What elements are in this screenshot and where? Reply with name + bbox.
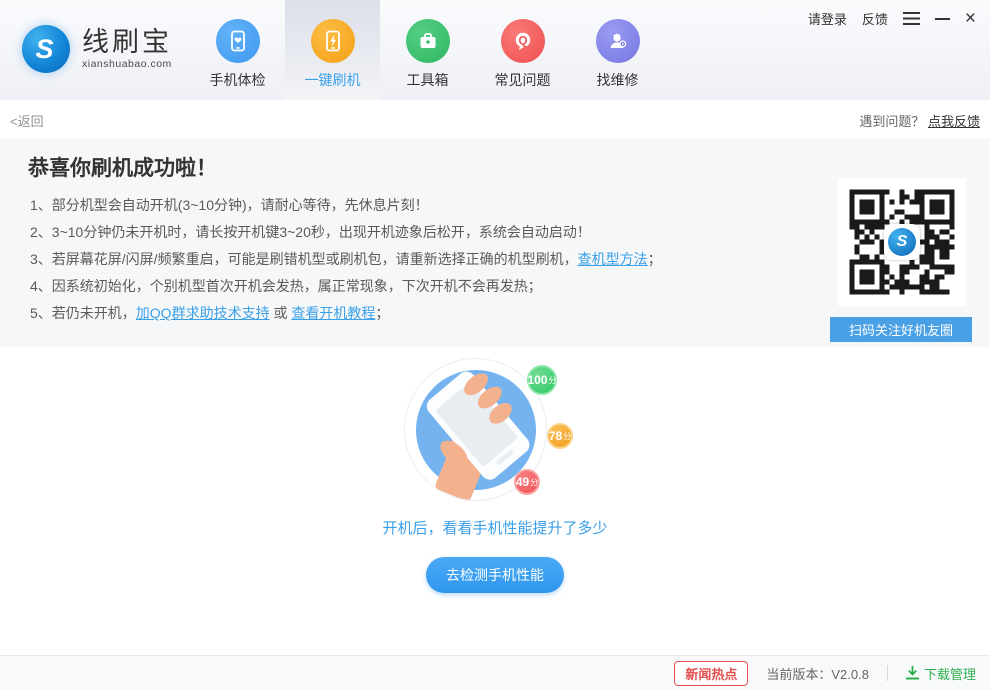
one-key-flash-icon (311, 19, 355, 63)
issue-prompt: 遇到问题？ (859, 114, 924, 129)
success-section: 恭喜你刷机成功啦！ 1、部分机型会自动开机(3~10分钟)，请耐心等待，先休息片… (0, 138, 990, 347)
phone-checkup-icon (216, 19, 260, 63)
nav-item-phone-checkup[interactable]: 手机体检 (190, 0, 285, 100)
qq-group-help-link[interactable]: 加QQ群求助技术支持 (136, 305, 270, 321)
tip-item: 3、若屏幕花屏/闪屏/频繁重启，可能是刷错机型或刷机包，请重新选择正确的机型刷机… (30, 246, 662, 273)
nav-item-one-key-flash[interactable]: 一键刷机 (285, 0, 380, 100)
header: S 线刷宝 xianshuabao.com 手机体检 一键刷机 (0, 0, 990, 100)
close-button[interactable]: × (965, 10, 976, 28)
phone-in-hand-illustration: 100分 78分 49分 (390, 355, 590, 505)
qr-caption: 扫码关注好机友圈 (830, 317, 972, 342)
subheader: <返回 遇到问题？ 点我反馈 (0, 100, 990, 138)
nav-item-faq[interactable]: Q 常见问题 (475, 0, 570, 100)
hamburger-menu-icon[interactable] (903, 10, 920, 28)
tips-list: 1、部分机型会自动开机(3~10分钟)，请耐心等待，先休息片刻！ 2、3~10分… (30, 192, 662, 327)
svg-text:Q: Q (518, 35, 527, 47)
score-badge-49: 49分 (514, 469, 540, 495)
repair-icon (596, 19, 640, 63)
download-icon (906, 666, 919, 680)
issue-feedback-link[interactable]: 点我反馈 (928, 114, 980, 129)
tip-item: 5、若仍未开机，加QQ群求助技术支持 或 查看开机教程； (30, 300, 662, 327)
login-link[interactable]: 请登录 (808, 9, 847, 28)
nav-label: 手机体检 (210, 70, 266, 90)
performance-caption: 开机后，看看手机性能提升了多少 (0, 517, 990, 538)
app-name: 线刷宝 (82, 28, 172, 56)
version-label: 当前版本：V2.0.8 (766, 664, 869, 683)
logo-letter: S (35, 36, 56, 63)
footer-divider (887, 665, 888, 681)
logo-s-icon: S (22, 25, 70, 73)
performance-section: 100分 78分 49分 开机后，看看手机性能提升了多少 去检测手机性能 (0, 347, 990, 655)
news-hotspot-badge[interactable]: 新闻热点 (674, 661, 748, 686)
footer: 新闻热点 当前版本：V2.0.8 下载管理 (0, 655, 990, 690)
check-performance-button[interactable]: 去检测手机性能 (426, 557, 564, 593)
nav-item-toolbox[interactable]: 工具箱 (380, 0, 475, 100)
nav-label: 工具箱 (407, 70, 449, 90)
score-badge-100: 100分 (527, 365, 557, 395)
minimize-button[interactable] (935, 10, 950, 28)
app-logo[interactable]: S 线刷宝 xianshuabao.com (22, 25, 172, 73)
qr-code: S (838, 178, 966, 306)
main-nav: 手机体检 一键刷机 工具箱 Q 常见问题 (190, 0, 665, 100)
window-controls: 请登录 反馈 × (808, 9, 976, 28)
nav-label: 找维修 (597, 70, 639, 90)
nav-label: 一键刷机 (305, 70, 361, 90)
tip-item: 2、3~10分钟仍未开机时，请长按开机键3~20秒，出现开机迹象后松开，系统会自… (30, 219, 662, 246)
boot-tutorial-link[interactable]: 查看开机教程 (291, 305, 375, 321)
qr-center-logo: S (884, 224, 920, 260)
feedback-link[interactable]: 反馈 (862, 9, 888, 28)
check-model-method-link[interactable]: 查机型方法 (578, 251, 648, 267)
nav-label: 常见问题 (495, 70, 551, 90)
toolbox-icon (406, 19, 450, 63)
app-window: S 线刷宝 xianshuabao.com 手机体检 一键刷机 (0, 0, 990, 690)
back-link[interactable]: <返回 (10, 111, 44, 130)
faq-icon: Q (501, 19, 545, 63)
score-badge-78: 78分 (547, 423, 573, 449)
nav-item-repair[interactable]: 找维修 (570, 0, 665, 100)
logo-s-icon: S (888, 228, 916, 256)
app-domain: xianshuabao.com (82, 58, 172, 70)
download-manager-link[interactable]: 下载管理 (906, 664, 976, 683)
tip-item: 1、部分机型会自动开机(3~10分钟)，请耐心等待，先休息片刻！ (30, 192, 662, 219)
success-title: 恭喜你刷机成功啦！ (28, 152, 217, 182)
tip-item: 4、因系统初始化，个别机型首次开机会发热，属正常现象，下次开机不会再发热； (30, 273, 662, 300)
